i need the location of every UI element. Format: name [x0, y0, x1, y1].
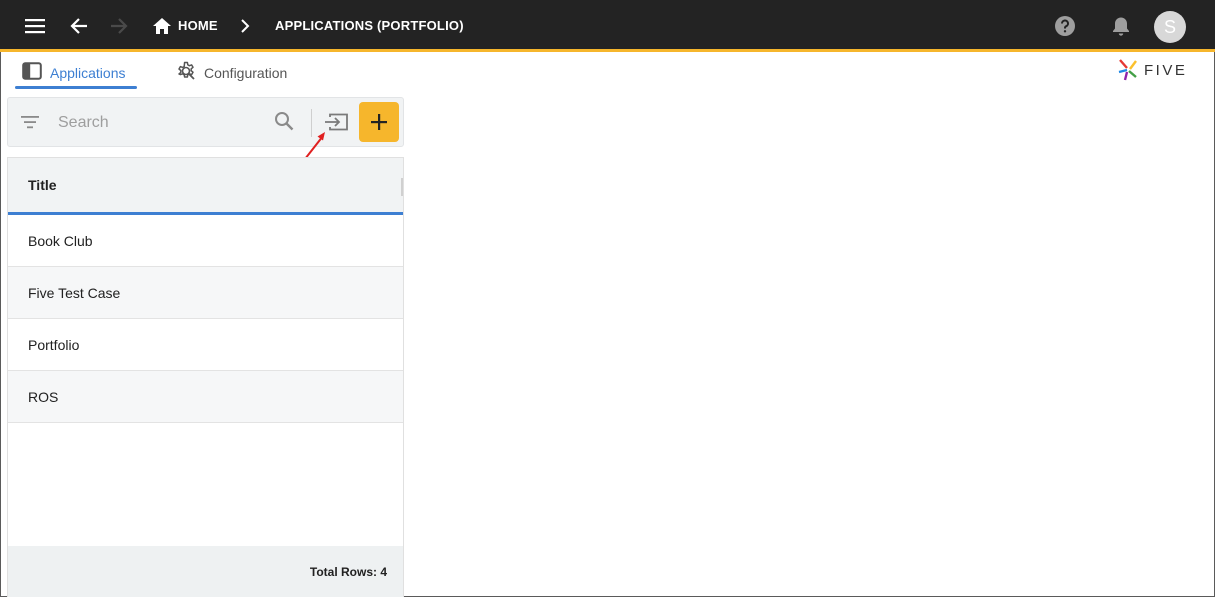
list-item[interactable]: Five Test Case — [8, 267, 403, 319]
five-logo: FIVE — [1117, 58, 1187, 82]
add-button[interactable] — [359, 102, 399, 142]
list-item[interactable]: ROS — [8, 371, 403, 423]
five-logo-mark-icon — [1118, 59, 1137, 81]
gear-icon — [176, 61, 196, 84]
notification-bell-icon[interactable] — [1105, 10, 1137, 42]
list-item-label: Five Test Case — [28, 284, 121, 301]
applications-list: Title Book Club Five Test Case Portfolio… — [7, 157, 404, 597]
home-icon[interactable] — [146, 10, 178, 42]
filter-icon[interactable] — [20, 112, 40, 137]
help-icon[interactable] — [1049, 10, 1081, 42]
tab-applications[interactable]: Applications — [15, 56, 137, 89]
app-bar: HOME APPLICATIONS (PORTFOLIO) S — [0, 0, 1215, 52]
breadcrumb-home[interactable]: HOME — [178, 18, 218, 34]
plus-icon — [371, 114, 387, 130]
list-item-label: Book Club — [28, 232, 93, 249]
list-footer: Total Rows: 4 — [8, 546, 403, 597]
avatar[interactable]: S — [1154, 11, 1186, 43]
tab-label: Configuration — [204, 64, 288, 81]
search-input[interactable] — [58, 110, 268, 136]
logo-text: FIVE — [1144, 61, 1188, 79]
list-item[interactable]: Book Club — [8, 215, 403, 267]
list-item-label: ROS — [28, 388, 59, 405]
list-item-label: Portfolio — [28, 336, 80, 353]
breadcrumb-current: APPLICATIONS (PORTFOLIO) — [275, 18, 464, 33]
back-arrow-icon[interactable] — [63, 10, 95, 42]
chevron-right-icon — [229, 10, 261, 42]
panel-icon — [22, 62, 42, 83]
column-resize-handle[interactable] — [401, 178, 403, 196]
menu-icon[interactable] — [19, 10, 51, 42]
tab-label: Applications — [50, 64, 126, 81]
column-header-label: Title — [28, 177, 57, 193]
forward-arrow-icon[interactable] — [103, 10, 135, 42]
total-rows-count: Total Rows: 4 — [309, 564, 387, 579]
column-header-title[interactable]: Title — [8, 158, 403, 215]
list-item[interactable]: Portfolio — [8, 319, 403, 371]
tab-configuration[interactable]: Configuration — [176, 56, 306, 89]
search-toolbar — [7, 97, 404, 147]
search-icon[interactable] — [274, 111, 294, 136]
